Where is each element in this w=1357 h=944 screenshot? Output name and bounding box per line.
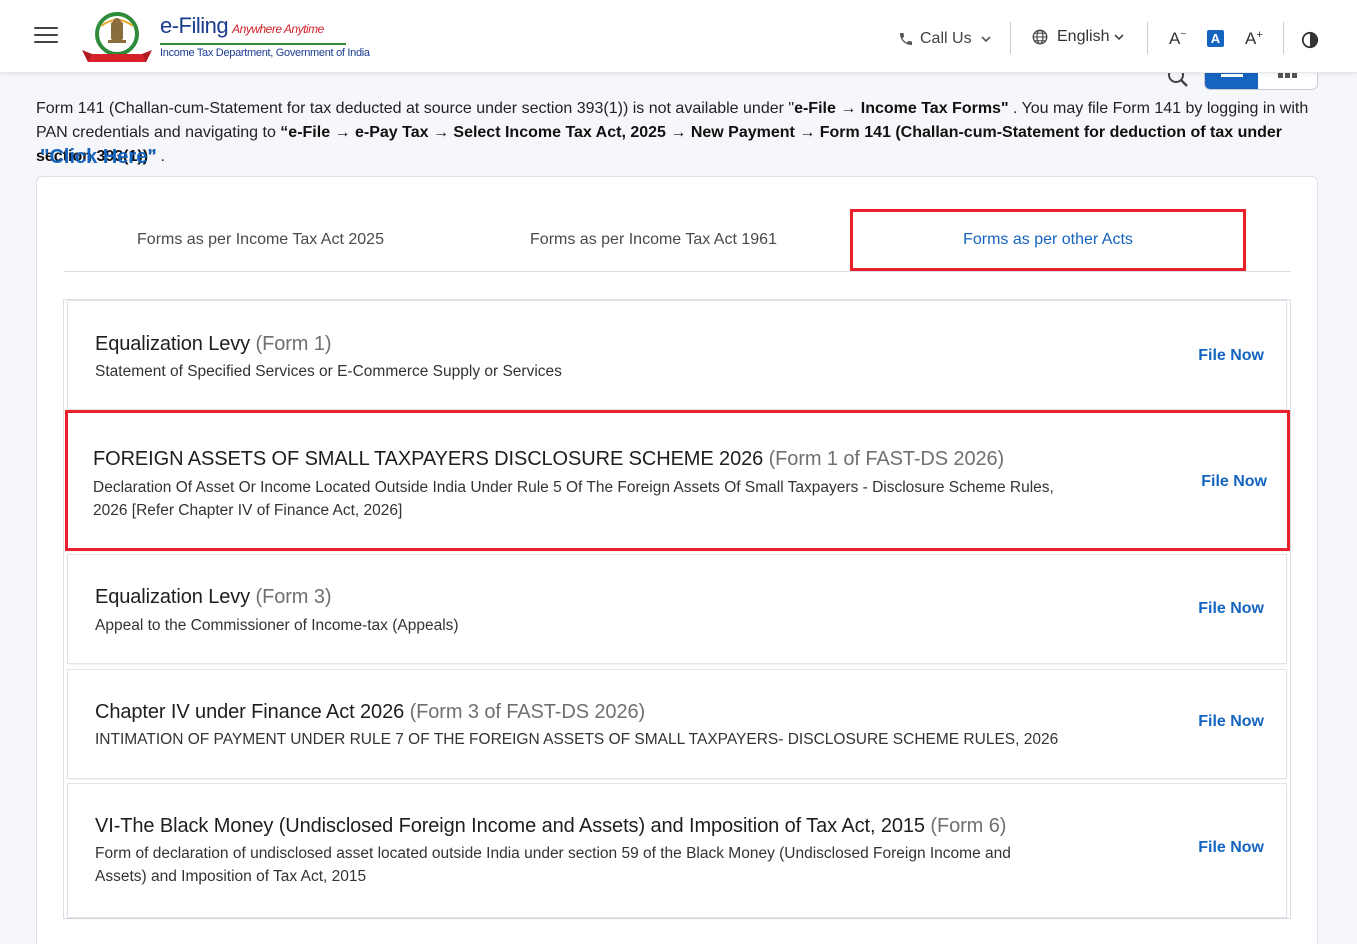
- notice-text: Form 141 (Challan-cum-Statement for tax …: [36, 100, 795, 117]
- header-divider: [1283, 22, 1284, 54]
- forms-card: Forms as per Income Tax Act 2025 Forms a…: [36, 176, 1318, 944]
- font-increase-button[interactable]: A+: [1245, 29, 1263, 49]
- notice-text: .: [156, 148, 165, 165]
- logo-main: e-Filing: [160, 13, 229, 38]
- form-number: (Form 1): [255, 333, 332, 355]
- form-number: (Form 6): [930, 815, 1007, 837]
- list-item: Chapter IV under Finance Act 2026 (Form …: [67, 669, 1287, 779]
- menu-icon[interactable]: [34, 27, 58, 45]
- plus-icon: +: [1256, 29, 1263, 41]
- click-here-link[interactable]: "Click Here": [40, 146, 157, 169]
- logo-subtitle: Income Tax Department, Government of Ind…: [160, 47, 370, 59]
- act-tabs: Forms as per Income Tax Act 2025 Forms a…: [64, 209, 1291, 272]
- tab-other-acts[interactable]: Forms as per other Acts: [850, 209, 1246, 271]
- file-now-button[interactable]: File Now: [1198, 839, 1264, 857]
- chevron-down-icon: [980, 36, 991, 43]
- form-description: Declaration Of Asset Or Income Located O…: [93, 479, 1054, 519]
- file-now-button[interactable]: File Now: [1201, 473, 1267, 491]
- form-141-notice: Form 141 (Challan-cum-Statement for tax …: [36, 97, 1326, 169]
- form-title: Equalization Levy (Form 3): [95, 586, 332, 609]
- form-name: Chapter IV under Finance Act 2026: [95, 701, 405, 723]
- chevron-down-icon: [1114, 34, 1125, 41]
- form-description: Statement of Specified Services or E-Com…: [95, 363, 562, 380]
- form-name: VI-The Black Money (Undisclosed Foreign …: [95, 815, 925, 837]
- form-description: Appeal to the Commissioner of Income-tax…: [95, 617, 459, 634]
- form-name: FOREIGN ASSETS OF SMALL TAXPAYERS DISCLO…: [93, 448, 764, 470]
- call-us-label: Call Us: [920, 30, 972, 47]
- form-name: Equalization Levy: [95, 586, 251, 608]
- language-label: English: [1057, 28, 1110, 45]
- minus-icon: −: [1180, 29, 1187, 40]
- tab-income-tax-act-2025[interactable]: Forms as per Income Tax Act 2025: [64, 209, 457, 271]
- list-item: Equalization Levy (Form 3) Appeal to the…: [67, 554, 1287, 664]
- form-number: (Form 1 of FAST-DS 2026): [768, 448, 1005, 470]
- form-title: VI-The Black Money (Undisclosed Foreign …: [95, 815, 1006, 838]
- header-divider: [1010, 22, 1011, 54]
- list-item: VI-The Black Money (Undisclosed Foreign …: [67, 783, 1287, 918]
- phone-icon: [900, 33, 912, 45]
- top-header: e-Filing Anywhere Anytime Income Tax Depa…: [0, 0, 1357, 73]
- form-description: INTIMATION OF PAYMENT UNDER RULE 7 OF TH…: [95, 731, 1059, 748]
- income-tax-emblem-icon[interactable]: [80, 10, 154, 64]
- font-default-label: A: [1210, 31, 1221, 46]
- call-us-dropdown[interactable]: Call Us: [898, 30, 992, 48]
- form-title: Equalization Levy (Form 1): [95, 333, 332, 356]
- file-now-button[interactable]: File Now: [1198, 713, 1264, 731]
- logo-tagline: Anywhere Anytime: [232, 22, 324, 36]
- contrast-icon[interactable]: [1301, 31, 1319, 49]
- language-dropdown[interactable]: English: [1031, 28, 1125, 46]
- globe-icon: [1032, 29, 1048, 45]
- notice-path-efile: e-File → Income Tax Forms": [794, 100, 1009, 117]
- font-default-button[interactable]: A: [1207, 30, 1224, 47]
- font-decrease-button[interactable]: A−: [1169, 29, 1186, 49]
- form-description: Form of declaration of undisclosed asset…: [95, 845, 1011, 885]
- font-decrease-label: A: [1169, 29, 1181, 48]
- list-item: Equalization Levy (Form 1) Statement of …: [67, 300, 1287, 410]
- file-now-button[interactable]: File Now: [1198, 600, 1264, 618]
- form-title: Chapter IV under Finance Act 2026 (Form …: [95, 701, 645, 724]
- font-increase-label: A: [1245, 29, 1257, 48]
- form-number: (Form 3 of FAST-DS 2026): [409, 701, 646, 723]
- list-item-highlighted: FOREIGN ASSETS OF SMALL TAXPAYERS DISCLO…: [65, 410, 1290, 551]
- form-number: (Form 3): [255, 586, 332, 608]
- forms-list: Equalization Levy (Form 1) Statement of …: [63, 299, 1291, 919]
- tab-income-tax-act-1961[interactable]: Forms as per Income Tax Act 1961: [457, 209, 850, 271]
- logo-text[interactable]: e-Filing Anywhere Anytime Income Tax Depa…: [160, 14, 370, 59]
- file-now-button[interactable]: File Now: [1198, 347, 1264, 365]
- form-name: Equalization Levy: [95, 333, 251, 355]
- form-title: FOREIGN ASSETS OF SMALL TAXPAYERS DISCLO…: [93, 448, 1004, 471]
- header-divider: [1147, 22, 1148, 54]
